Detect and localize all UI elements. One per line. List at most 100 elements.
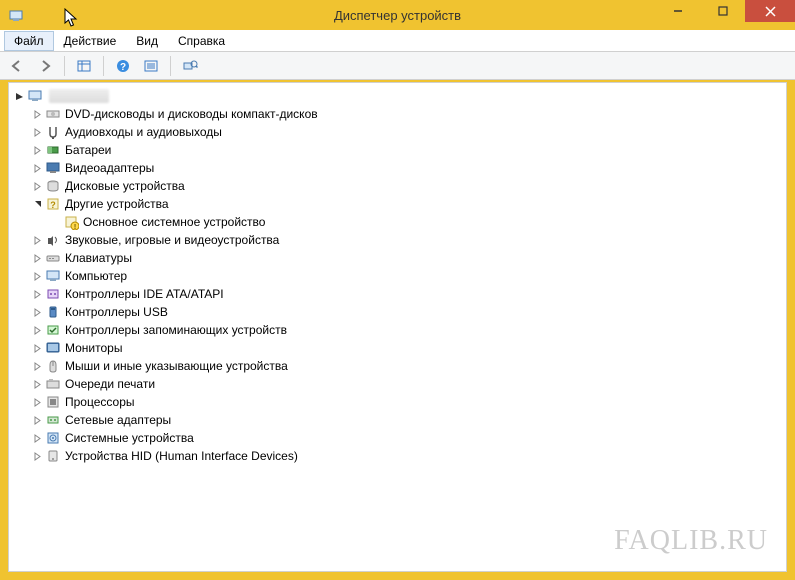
device-category-icon bbox=[45, 412, 61, 428]
expand-icon[interactable] bbox=[31, 324, 43, 336]
expand-icon[interactable] bbox=[31, 180, 43, 192]
expand-icon[interactable] bbox=[31, 108, 43, 120]
expand-icon[interactable] bbox=[31, 360, 43, 372]
app-icon bbox=[8, 7, 24, 23]
warning-device-icon: ! bbox=[63, 214, 79, 230]
tree-node[interactable]: Дисковые устройства bbox=[31, 177, 784, 195]
tree-node[interactable]: Клавиатуры bbox=[31, 249, 784, 267]
expand-icon[interactable] bbox=[31, 342, 43, 354]
device-category-icon bbox=[45, 448, 61, 464]
expand-icon[interactable] bbox=[31, 270, 43, 282]
device-category-icon: ? bbox=[45, 196, 61, 212]
tree-node[interactable]: Очереди печати bbox=[31, 375, 784, 393]
forward-button[interactable] bbox=[34, 55, 56, 77]
device-category-icon bbox=[45, 358, 61, 374]
device-tree-panel[interactable]: DVD-дисководы и дисководы компакт-дисков… bbox=[8, 82, 787, 572]
expand-icon[interactable] bbox=[31, 450, 43, 462]
device-category-icon bbox=[45, 232, 61, 248]
expand-icon[interactable] bbox=[31, 378, 43, 390]
device-category-icon bbox=[45, 430, 61, 446]
tree-node[interactable]: Системные устройства bbox=[31, 429, 784, 447]
tree-node[interactable]: Батареи bbox=[31, 141, 784, 159]
expand-icon[interactable] bbox=[31, 396, 43, 408]
tree-child-node[interactable]: !Основное системное устройство bbox=[49, 213, 784, 231]
tree-node-label: Контроллеры USB bbox=[65, 305, 168, 319]
menu-help[interactable]: Справка bbox=[168, 31, 235, 51]
tree-node-label: Батареи bbox=[65, 143, 111, 157]
tree-node[interactable]: Компьютер bbox=[31, 267, 784, 285]
window-controls bbox=[655, 0, 795, 22]
expand-icon[interactable] bbox=[31, 306, 43, 318]
titlebar[interactable]: Диспетчер устройств bbox=[0, 0, 795, 30]
tree-node-label: Контроллеры запоминающих устройств bbox=[65, 323, 287, 337]
device-category-icon bbox=[45, 106, 61, 122]
collapse-icon[interactable] bbox=[13, 90, 25, 102]
tree-node[interactable]: Мыши и иные указывающие устройства bbox=[31, 357, 784, 375]
scan-hardware-button[interactable] bbox=[179, 55, 201, 77]
tree-node-label: Очереди печати bbox=[65, 377, 155, 391]
tree-node[interactable]: ? Другие устройства bbox=[31, 195, 784, 213]
device-category-icon bbox=[45, 250, 61, 266]
computer-icon bbox=[27, 88, 43, 104]
maximize-button[interactable] bbox=[700, 0, 745, 22]
device-category-icon bbox=[45, 322, 61, 338]
minimize-button[interactable] bbox=[655, 0, 700, 22]
show-hidden-button[interactable] bbox=[73, 55, 95, 77]
menu-file[interactable]: Файл bbox=[4, 31, 54, 51]
tree-node-label: Мониторы bbox=[65, 341, 122, 355]
tree-node-label: Сетевые адаптеры bbox=[65, 413, 171, 427]
tree-node-label: Устройства HID (Human Interface Devices) bbox=[65, 449, 298, 463]
expand-icon[interactable] bbox=[31, 126, 43, 138]
tree-root-node[interactable] bbox=[13, 87, 784, 105]
toolbar-separator bbox=[103, 56, 104, 76]
device-category-icon bbox=[45, 340, 61, 356]
tree-node-label: Мыши и иные указывающие устройства bbox=[65, 359, 288, 373]
tree-node-label: Контроллеры IDE ATA/ATAPI bbox=[65, 287, 224, 301]
menu-view[interactable]: Вид bbox=[126, 31, 168, 51]
device-category-icon bbox=[45, 124, 61, 140]
tree-node-label: Другие устройства bbox=[65, 197, 169, 211]
computer-name-redacted bbox=[49, 89, 109, 103]
device-manager-window: Диспетчер устройств Файл Действие Вид Сп… bbox=[0, 0, 795, 580]
tree-node[interactable]: Видеоадаптеры bbox=[31, 159, 784, 177]
device-category-icon bbox=[45, 286, 61, 302]
menu-action[interactable]: Действие bbox=[54, 31, 127, 51]
device-category-icon bbox=[45, 394, 61, 410]
tree-node[interactable]: Аудиовходы и аудиовыходы bbox=[31, 123, 784, 141]
device-category-icon bbox=[45, 142, 61, 158]
svg-text:?: ? bbox=[120, 62, 126, 73]
toolbar-separator bbox=[64, 56, 65, 76]
expand-icon[interactable] bbox=[31, 288, 43, 300]
tree-node[interactable]: Звуковые, игровые и видеоустройства bbox=[31, 231, 784, 249]
expand-icon[interactable] bbox=[31, 234, 43, 246]
device-tree: DVD-дисководы и дисководы компакт-дисков… bbox=[11, 87, 784, 465]
expand-icon[interactable] bbox=[31, 162, 43, 174]
tree-node[interactable]: Устройства HID (Human Interface Devices) bbox=[31, 447, 784, 465]
tree-node[interactable]: Контроллеры IDE ATA/ATAPI bbox=[31, 285, 784, 303]
menubar: Файл Действие Вид Справка bbox=[0, 30, 795, 52]
expand-icon[interactable] bbox=[31, 144, 43, 156]
device-category-icon bbox=[45, 178, 61, 194]
tree-node[interactable]: Мониторы bbox=[31, 339, 784, 357]
tree-node[interactable]: Контроллеры USB bbox=[31, 303, 784, 321]
collapse-icon[interactable] bbox=[31, 198, 43, 210]
tree-node-label: Аудиовходы и аудиовыходы bbox=[65, 125, 222, 139]
expand-icon[interactable] bbox=[31, 414, 43, 426]
device-category-icon bbox=[45, 376, 61, 392]
tree-node-label: Системные устройства bbox=[65, 431, 194, 445]
close-button[interactable] bbox=[745, 0, 795, 22]
expand-icon[interactable] bbox=[31, 432, 43, 444]
tree-node-label: Процессоры bbox=[65, 395, 135, 409]
tree-node[interactable]: Контроллеры запоминающих устройств bbox=[31, 321, 784, 339]
tree-node-label: DVD-дисководы и дисководы компакт-дисков bbox=[65, 107, 318, 121]
back-button[interactable] bbox=[6, 55, 28, 77]
tree-node[interactable]: Процессоры bbox=[31, 393, 784, 411]
window-title: Диспетчер устройств bbox=[334, 8, 461, 23]
tree-node[interactable]: DVD-дисководы и дисководы компакт-дисков bbox=[31, 105, 784, 123]
tree-node[interactable]: Сетевые адаптеры bbox=[31, 411, 784, 429]
toolbar: ? bbox=[0, 52, 795, 80]
properties-button[interactable] bbox=[140, 55, 162, 77]
device-category-icon bbox=[45, 268, 61, 284]
expand-icon[interactable] bbox=[31, 252, 43, 264]
help-button[interactable]: ? bbox=[112, 55, 134, 77]
